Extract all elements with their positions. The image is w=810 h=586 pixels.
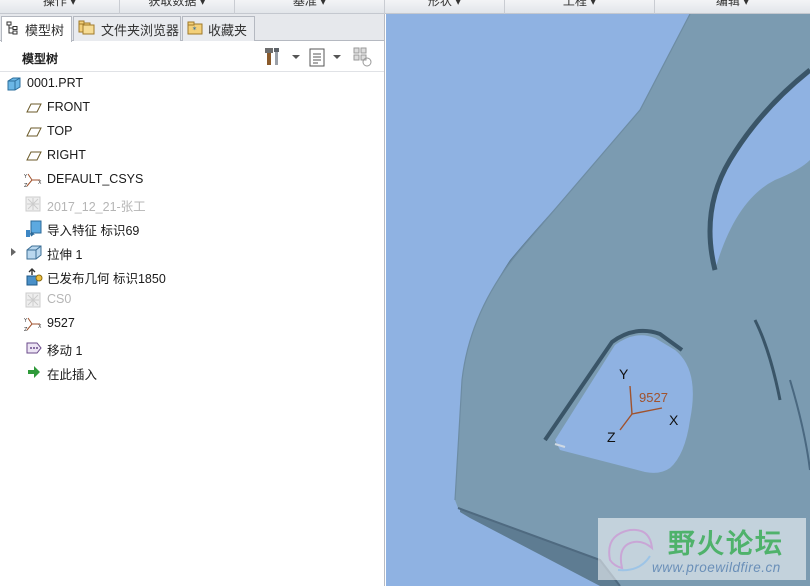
tab-model-tree[interactable]: 模型树 bbox=[1, 16, 72, 42]
move-icon bbox=[25, 340, 42, 356]
part-geometry bbox=[454, 14, 810, 586]
tree-item-part[interactable]: 0001.PRT bbox=[0, 72, 380, 96]
tree-item-default-csys[interactable]: Y X Z DEFAULT_CSYS bbox=[0, 168, 380, 192]
svg-text:Z: Z bbox=[24, 183, 28, 188]
csys-icon: Y X Z bbox=[23, 316, 42, 333]
model-tree-header: 模型树 bbox=[0, 42, 384, 72]
tree-item-move[interactable]: 移动 1 bbox=[0, 336, 380, 360]
csys-icon: Y X Z bbox=[23, 172, 42, 189]
tab-folder-browser[interactable]: 文件夹浏览器 bbox=[73, 16, 181, 41]
tree-item-insert-here[interactable]: 在此插入 bbox=[0, 360, 380, 384]
tree-item-label: TOP bbox=[47, 124, 73, 138]
tree-item-label: FRONT bbox=[47, 100, 91, 114]
tree-item-label: RIGHT bbox=[47, 148, 86, 162]
csys-name-label: 9527 bbox=[639, 390, 668, 405]
tree-item-label: 在此插入 bbox=[47, 368, 98, 382]
ribbon-group-engineering[interactable]: 工程 ▾ bbox=[505, 0, 655, 14]
tab-favorites[interactable]: * 收藏夹 bbox=[182, 16, 255, 41]
ribbon-group-datum[interactable]: 基准 ▾ bbox=[235, 0, 385, 14]
settings-tools-icon[interactable] bbox=[264, 46, 284, 68]
ribbon-group-label: 获取数据 bbox=[148, 0, 197, 8]
csys-y-label: Y bbox=[619, 366, 629, 382]
tree-item-label: 0001.PRT bbox=[27, 76, 84, 90]
csys-x-label: X bbox=[669, 412, 679, 428]
tree-item-extrude[interactable]: 拉伸 1 bbox=[0, 240, 380, 264]
svg-text:Y: Y bbox=[24, 318, 28, 324]
svg-text:X: X bbox=[38, 180, 42, 186]
svg-text:Y: Y bbox=[24, 174, 28, 180]
tree-item-label: 拉伸 1 bbox=[47, 248, 83, 262]
svg-text:*: * bbox=[193, 25, 197, 34]
watermark-title: 野火论坛 bbox=[668, 529, 784, 560]
tree-item-label: 2017_12_21-张工 bbox=[47, 200, 146, 214]
ribbon-group-label: 编辑 bbox=[715, 0, 740, 8]
folder-browser-icon bbox=[78, 20, 96, 38]
tree-item-label: 已发布几何 标识1850 bbox=[47, 272, 166, 286]
datum-plane-icon bbox=[26, 100, 42, 116]
tree-item-label: CS0 bbox=[47, 292, 72, 306]
model-tree-icon bbox=[6, 21, 20, 38]
tree-item-cs0[interactable]: CS0 bbox=[0, 288, 380, 312]
tree-item-csys-9527[interactable]: Y X Z 9527 bbox=[0, 312, 380, 336]
tree-item-top[interactable]: TOP bbox=[0, 120, 380, 144]
csys-z-label: Z bbox=[607, 429, 616, 445]
tree-item-right[interactable]: RIGHT bbox=[0, 144, 380, 168]
import-feature-icon bbox=[25, 220, 42, 237]
navigator-tabs: 模型树 文件夹浏览器 * 收藏夹 bbox=[0, 14, 384, 42]
show-list-icon[interactable] bbox=[308, 46, 326, 68]
watermark-logo-icon bbox=[608, 528, 654, 572]
suppressed-feature-icon bbox=[25, 292, 41, 308]
tree-item-suppressed-group[interactable]: 2017_12_21-张工 bbox=[0, 192, 380, 216]
tab-label: 收藏夹 bbox=[208, 22, 248, 38]
datum-plane-icon bbox=[26, 148, 42, 164]
ribbon-group-get-data[interactable]: 获取数据 ▾ bbox=[120, 0, 235, 14]
ribbon-group-label: 操作 bbox=[42, 0, 67, 8]
ribbon-group-label: 形状 bbox=[427, 0, 452, 8]
favorites-icon: * bbox=[187, 21, 203, 38]
part-icon bbox=[6, 76, 22, 92]
settings-dropdown-arrow-icon[interactable] bbox=[292, 55, 300, 59]
svg-text:Z: Z bbox=[24, 327, 28, 332]
ribbon-group-label: 工程 bbox=[562, 0, 587, 8]
svg-text:X: X bbox=[38, 324, 42, 330]
insert-here-arrow-icon bbox=[26, 364, 42, 380]
ribbon-bar: 操作 ▾ 获取数据 ▾ 基准 ▾ 形状 ▾ 工程 ▾ 编辑 ▾ bbox=[0, 0, 810, 14]
tree-item-label: 9527 bbox=[47, 316, 75, 330]
datum-plane-icon bbox=[26, 124, 42, 140]
tab-label: 模型树 bbox=[25, 23, 65, 38]
tree-item-label: DEFAULT_CSYS bbox=[47, 172, 144, 186]
ribbon-group-shapes[interactable]: 形状 ▾ bbox=[385, 0, 505, 14]
suppressed-feature-icon bbox=[25, 196, 41, 212]
ribbon-group-operations[interactable]: 操作 ▾ bbox=[0, 0, 120, 14]
tree-item-label: 导入特征 标识69 bbox=[47, 224, 140, 238]
graphics-viewport[interactable] bbox=[386, 14, 810, 586]
navigator-panel: 模型树 文件夹浏览器 * 收藏夹 模型树 0001.PRT FRONT TOP … bbox=[0, 14, 385, 586]
tree-item-front[interactable]: FRONT bbox=[0, 96, 380, 120]
watermark-url: www.proewildfire.cn bbox=[652, 560, 781, 575]
ribbon-group-label: 基准 bbox=[292, 0, 317, 8]
tree-item-label: 移动 1 bbox=[47, 344, 83, 358]
tab-label: 文件夹浏览器 bbox=[101, 22, 180, 38]
published-geometry-icon bbox=[25, 268, 43, 286]
expand-arrow-icon[interactable] bbox=[11, 248, 16, 256]
show-dropdown-arrow-icon[interactable] bbox=[333, 55, 341, 59]
extrude-icon bbox=[25, 244, 42, 260]
tree-item-import-feature[interactable]: 导入特征 标识69 bbox=[0, 216, 380, 240]
ribbon-group-editing[interactable]: 编辑 ▾ bbox=[655, 0, 810, 14]
tree-item-published-geometry[interactable]: 已发布几何 标识1850 bbox=[0, 264, 380, 288]
column-settings-icon[interactable] bbox=[352, 46, 374, 68]
model-tree-title: 模型树 bbox=[22, 52, 59, 66]
